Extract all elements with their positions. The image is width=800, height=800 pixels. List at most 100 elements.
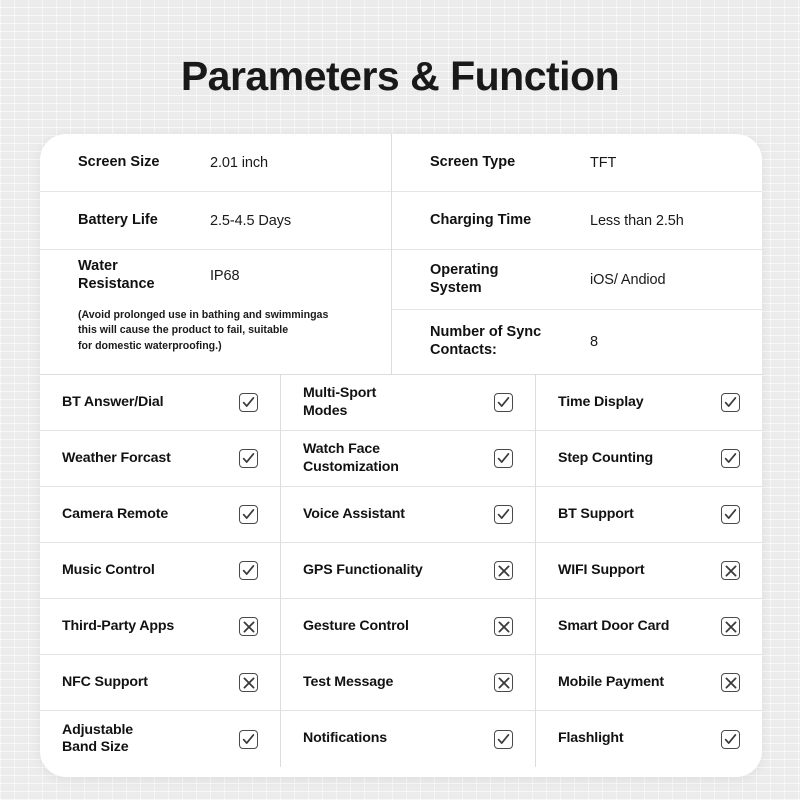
specifications-section: Screen Size 2.01 inch Battery Life 2.5-4… [40, 134, 762, 374]
checkbox-checked-icon[interactable] [721, 449, 740, 468]
feature-cell[interactable]: Multi-Sport Modes [281, 375, 536, 430]
spec-label-operating-system-line1: Operating [430, 261, 499, 278]
feature-cell[interactable]: Gesture Control [281, 599, 536, 654]
spec-column-left: Screen Size 2.01 inch Battery Life 2.5-4… [40, 134, 392, 374]
feature-label: Music Control [62, 561, 155, 578]
checkbox-crossed-icon[interactable] [239, 673, 258, 692]
checkbox-checked-icon[interactable] [494, 505, 513, 524]
feature-cell[interactable]: Time Display [536, 375, 762, 430]
feature-cell[interactable]: BT Support [536, 487, 762, 542]
spec-value-charging-time: Less than 2.5h [590, 212, 684, 229]
checkbox-checked-icon[interactable] [721, 729, 740, 749]
feature-label: Time Display [558, 393, 644, 410]
feature-cell[interactable]: WIFI Support [536, 543, 762, 598]
checkbox-crossed-icon[interactable] [721, 561, 740, 580]
feature-label-line2: Modes [303, 402, 348, 419]
checkbox-checked-icon[interactable] [239, 561, 258, 580]
feature-cell[interactable]: NFC Support [40, 655, 281, 710]
feature-label: Notifications [303, 730, 387, 747]
water-note-line2: this will cause the product to fail, sui… [78, 324, 289, 337]
checkbox-crossed-icon[interactable] [494, 673, 513, 692]
feature-label: Multi-Sport Modes [303, 385, 376, 419]
feature-label: Test Message [303, 673, 394, 690]
feature-label-line1: Watch Face [303, 441, 380, 458]
spec-label-screen-type: Screen Type [430, 153, 516, 170]
feature-label-line1: Multi-Sport [303, 385, 377, 402]
spec-value-battery-life: 2.5-4.5 Days [210, 212, 292, 229]
spec-label-operating-system: Operating System [430, 262, 590, 297]
checkbox-checked-icon[interactable] [494, 393, 513, 412]
feature-cell[interactable]: Mobile Payment [536, 655, 762, 710]
water-note-line1: (Avoid prolonged use in bathing and swim… [78, 309, 329, 321]
checkbox-checked-icon[interactable] [494, 449, 513, 468]
feature-cell[interactable]: Flashlight [536, 711, 762, 767]
feature-row: Adjustable Band Size Notifications Flashlig… [40, 711, 762, 767]
checkbox-checked-icon[interactable] [721, 393, 740, 412]
feature-cell[interactable]: Watch Face Customization [281, 431, 536, 486]
checkbox-crossed-icon[interactable] [494, 561, 513, 580]
spec-row-battery-life: Battery Life 2.5-4.5 Days [40, 192, 391, 250]
feature-cell[interactable]: Music Control [40, 543, 281, 598]
spec-label-screen-size: Screen Size [78, 153, 160, 170]
feature-cell[interactable]: Smart Door Card [536, 599, 762, 654]
checkbox-checked-icon[interactable] [494, 729, 513, 749]
feature-label-line2: Customization [303, 458, 399, 475]
spec-column-right: Screen Type TFT Charging Time Less than … [392, 134, 762, 374]
feature-cell[interactable]: Weather Forcast [40, 431, 281, 486]
checkbox-checked-icon[interactable] [239, 393, 258, 412]
feature-label: Mobile Payment [558, 673, 664, 690]
feature-cell[interactable]: Test Message [281, 655, 536, 710]
feature-row: NFC Support Test Message Mobile Payment [40, 655, 762, 711]
feature-row: Weather Forcast Watch Face Customization St… [40, 431, 762, 487]
checkbox-crossed-icon[interactable] [721, 617, 740, 636]
feature-label: Smart Door Card [558, 617, 670, 634]
feature-label: Voice Assistant [303, 505, 405, 522]
page-title: Parameters & Function [180, 53, 620, 99]
feature-label-line2: Band Size [62, 739, 129, 755]
feature-label: GPS Functionality [303, 561, 423, 578]
feature-cell[interactable]: Third-Party Apps [40, 599, 281, 654]
spec-row-water-resistance: Water Resistance IP68 [40, 250, 391, 302]
feature-label: BT Answer/Dial [62, 393, 164, 410]
feature-label: Weather Forcast [62, 449, 171, 466]
checkbox-crossed-icon[interactable] [239, 617, 258, 636]
spec-row-operating-system: Operating System iOS/ Andiod [392, 250, 762, 310]
feature-label: Adjustable Band Size [62, 722, 133, 756]
spec-label-water-resistance-line2: Resistance [78, 276, 155, 292]
spec-label-water-resistance: Water Resistance [78, 258, 210, 293]
checkbox-checked-icon[interactable] [239, 449, 258, 468]
spec-card: Screen Size 2.01 inch Battery Life 2.5-4… [40, 134, 762, 777]
checkbox-checked-icon[interactable] [239, 729, 258, 749]
feature-label: Flashlight [558, 730, 624, 747]
feature-cell[interactable]: GPS Functionality [281, 543, 536, 598]
feature-label: Camera Remote [62, 505, 169, 522]
checkbox-crossed-icon[interactable] [721, 673, 740, 692]
feature-cell[interactable]: BT Answer/Dial [40, 375, 281, 430]
feature-cell[interactable]: Camera Remote [40, 487, 281, 542]
feature-cell[interactable]: Step Counting [536, 431, 762, 486]
feature-cell[interactable]: Notifications [281, 711, 536, 767]
spec-value-operating-system: iOS/ Andiod [590, 271, 666, 288]
feature-cell[interactable]: Voice Assistant [281, 487, 536, 542]
feature-row: BT Answer/Dial Multi-Sport Modes Time Displ… [40, 375, 762, 431]
spec-label-sync-contacts-line1: Number of Sync [430, 324, 542, 341]
feature-row: Third-Party Apps Gesture Control Smart Doo… [40, 599, 762, 655]
spec-row-charging-time: Charging Time Less than 2.5h [392, 192, 762, 250]
spec-row-screen-size: Screen Size 2.01 inch [40, 134, 391, 192]
checkbox-crossed-icon[interactable] [494, 617, 513, 636]
feature-row: Camera Remote Voice Assistant BT Support [40, 487, 762, 543]
water-resistance-note: (Avoid prolonged use in bathing and swim… [40, 302, 391, 354]
spec-row-sync-contacts: Number of Sync Contacts: 8 [392, 310, 762, 374]
spec-value-screen-type: TFT [590, 154, 617, 171]
spec-label-charging-time: Charging Time [430, 211, 532, 228]
spec-value-sync-contacts: 8 [590, 334, 598, 350]
feature-cell[interactable]: Adjustable Band Size [40, 711, 281, 767]
feature-row: Music Control GPS Functionality WIFI Suppo… [40, 543, 762, 599]
checkbox-checked-icon[interactable] [721, 505, 740, 524]
spec-label-water-resistance-line1: Water [78, 258, 118, 275]
checkbox-checked-icon[interactable] [239, 505, 258, 524]
spec-label-operating-system-line2: System [430, 279, 482, 296]
feature-label: NFC Support [62, 673, 148, 690]
feature-label-line1: Adjustable [62, 721, 134, 738]
feature-label: BT Support [558, 505, 634, 522]
